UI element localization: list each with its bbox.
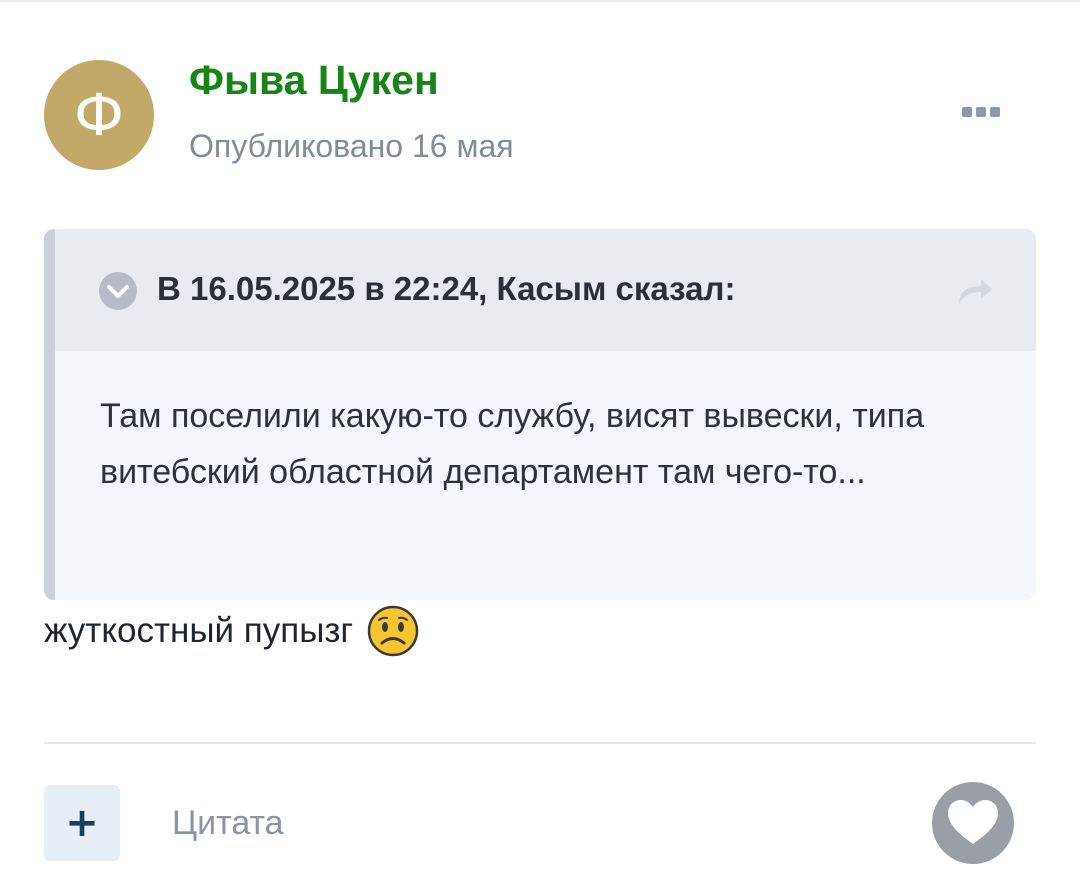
reaction-button[interactable] (932, 782, 1014, 864)
avatar-letter: Ф (74, 81, 124, 149)
footer-divider (44, 742, 1036, 744)
post-content: жуткостный пупызг (44, 605, 419, 657)
more-horizontal-icon (990, 107, 1000, 117)
quote-citation: В 16.05.2025 в 22:24, Касым сказал: (157, 270, 736, 307)
quote-text: Там поселили какую-то службу, висят выве… (100, 397, 925, 491)
heart-icon (948, 800, 998, 844)
forum-post: Ф Фыва Цукен Опубликовано 16 мая В 16.05… (0, 0, 1080, 883)
share-arrow-icon[interactable] (955, 274, 995, 308)
more-horizontal-icon (962, 107, 972, 117)
sad-face-emoji (367, 605, 419, 657)
top-divider (0, 0, 1080, 2)
chevron-down-circle-icon[interactable] (98, 271, 138, 311)
plus-icon: + (65, 800, 99, 846)
multiquote-button[interactable]: + (44, 785, 120, 861)
avatar[interactable]: Ф (44, 60, 154, 170)
more-horizontal-icon (976, 107, 986, 117)
quote-left-bar (44, 229, 55, 600)
post-text: жуткостный пупызг (44, 611, 354, 650)
more-options-button[interactable] (955, 98, 1007, 126)
published-date: Опубликовано 16 мая (189, 128, 514, 164)
author-name-link[interactable]: Фыва Цукен (189, 57, 439, 104)
quote-button[interactable]: Цитата (172, 804, 284, 843)
